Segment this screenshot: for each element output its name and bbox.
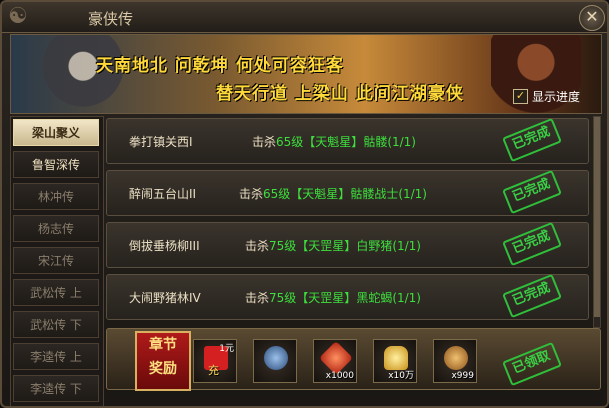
completed-stamp: 已完成 <box>502 117 562 163</box>
quest-row: 倒拔垂杨柳III 击杀75级【天罡星】白野猪(1/1) 已完成 <box>106 221 589 268</box>
reward-item[interactable]: x1000 <box>313 339 357 383</box>
quest-row: 大闹野猪林IV 击杀75级【天罡星】黑蛇蝎(1/1) 已完成 <box>106 273 589 320</box>
quest-objective: 击杀65级【天魁星】骷髅战士(1/1) <box>239 185 427 202</box>
quest-objective: 击杀75级【天罡星】黑蛇蝎(1/1) <box>245 289 421 306</box>
item-count: x10万 <box>388 371 414 381</box>
window-title: 豪侠传 <box>88 10 134 28</box>
close-icon[interactable]: ✕ <box>579 5 605 31</box>
objective-target: 骷髅战士(1/1) <box>350 187 427 201</box>
reward-item[interactable]: x999 <box>433 339 477 383</box>
quest-window: ☯ 豪侠传 ✕ 天南地北 问乾坤 何处可容狂客 替天行道 上梁山 此间江湖豪侠 … <box>0 0 609 408</box>
objective-star: 【天魁星】 <box>290 187 351 201</box>
sidebar-item-likui-1[interactable]: 李逵传 上 <box>13 343 99 370</box>
banner-slogan-line2: 替天行道 上梁山 此间江湖豪侠 <box>216 84 464 104</box>
quest-name: 醉闹五台山II <box>129 187 197 201</box>
claimed-stamp: 已领取 <box>502 341 562 387</box>
objective-level: 65级 <box>276 135 304 149</box>
show-progress-label: 显示进度 <box>532 90 581 104</box>
quest-list: 拳打镇关西I 击杀65级【天魁星】骷髅(1/1) 已完成 醉闹五台山II 击杀6… <box>106 116 591 326</box>
reward-item[interactable]: x10万 <box>373 339 417 383</box>
objective-level: 65级 <box>263 187 291 201</box>
objective-prefix: 击杀 <box>245 291 270 305</box>
title-bar: ☯ 豪侠传 ✕ <box>2 2 607 33</box>
objective-prefix: 击杀 <box>252 135 277 149</box>
badge-line2: 奖励 <box>149 361 177 377</box>
completed-stamp: 已完成 <box>502 273 562 319</box>
objective-prefix: 击杀 <box>239 187 264 201</box>
chapter-reward-badge: 章节 奖励 <box>135 331 191 391</box>
quest-name: 倒拔垂杨柳III <box>129 239 200 253</box>
show-progress-toggle[interactable]: ✓ 显示进度 <box>513 88 580 105</box>
sidebar-item-yangzhi[interactable]: 杨志传 <box>13 215 99 242</box>
sidebar-item-luzhishen[interactable]: 鲁智深传 <box>13 151 99 178</box>
gold-ingot-icon <box>384 346 408 370</box>
objective-target: 骷髅(1/1) <box>363 135 416 149</box>
scroll-thumb[interactable] <box>594 117 600 317</box>
objective-star: 【天罡星】 <box>296 239 357 253</box>
item-count: x999 <box>451 371 474 381</box>
red-gem-icon <box>319 341 353 375</box>
objective-prefix: 击杀 <box>245 239 270 253</box>
badge-line1: 章节 <box>149 337 177 353</box>
completed-stamp: 已完成 <box>502 169 562 215</box>
item-label: 充 <box>208 364 219 377</box>
objective-target: 白野猪(1/1) <box>356 239 421 253</box>
objective-star: 【天魁星】 <box>303 135 364 149</box>
sidebar-item-wusong-2[interactable]: 武松传 下 <box>13 311 99 338</box>
sidebar-item-wusong-1[interactable]: 武松传 上 <box>13 279 99 306</box>
chapter-reward-bar: 章节 奖励 1元 充 x1000 x10万 x999 已领取 <box>106 328 601 391</box>
quest-name: 大闹野猪林IV <box>129 291 201 305</box>
checkbox-icon[interactable]: ✓ <box>513 89 528 104</box>
quest-objective: 击杀75级【天罡星】白野猪(1/1) <box>245 237 421 254</box>
sidebar-item-likui-2[interactable]: 李逵传 下 <box>13 375 99 402</box>
item-count: x1000 <box>325 371 354 381</box>
completed-stamp: 已完成 <box>502 221 562 267</box>
banner-slogan-line1: 天南地北 问乾坤 何处可容狂客 <box>96 56 344 76</box>
dragon-orb-icon <box>264 346 288 370</box>
objective-level: 75级 <box>269 239 297 253</box>
reward-item[interactable] <box>253 339 297 383</box>
objective-star: 【天罡星】 <box>296 291 357 305</box>
quest-row: 拳打镇关西I 击杀65级【天魁星】骷髅(1/1) 已完成 <box>106 117 589 164</box>
sidebar-item-songjiang[interactable]: 宋江传 <box>13 247 99 274</box>
chapter-sidebar: 梁山聚义 鲁智深传 林冲传 杨志传 宋江传 武松传 上 武松传 下 李逵传 上 … <box>10 116 104 406</box>
quest-objective: 击杀65级【天魁星】骷髅(1/1) <box>252 133 416 150</box>
dragon-ornament-icon: ☯ <box>8 4 28 29</box>
reward-item[interactable]: 1元 充 <box>193 339 237 383</box>
sidebar-item-linchong[interactable]: 林冲传 <box>13 183 99 210</box>
bronze-ore-icon <box>444 346 468 370</box>
objective-target: 黑蛇蝎(1/1) <box>356 291 421 305</box>
quest-row: 醉闹五台山II 击杀65级【天魁星】骷髅战士(1/1) 已完成 <box>106 169 589 216</box>
item-tag: 1元 <box>219 344 234 354</box>
sidebar-item-liangshan[interactable]: 梁山聚义 <box>13 119 99 146</box>
quest-name: 拳打镇关西I <box>129 135 193 149</box>
objective-level: 75级 <box>269 291 297 305</box>
quest-scrollbar[interactable] <box>593 116 601 328</box>
